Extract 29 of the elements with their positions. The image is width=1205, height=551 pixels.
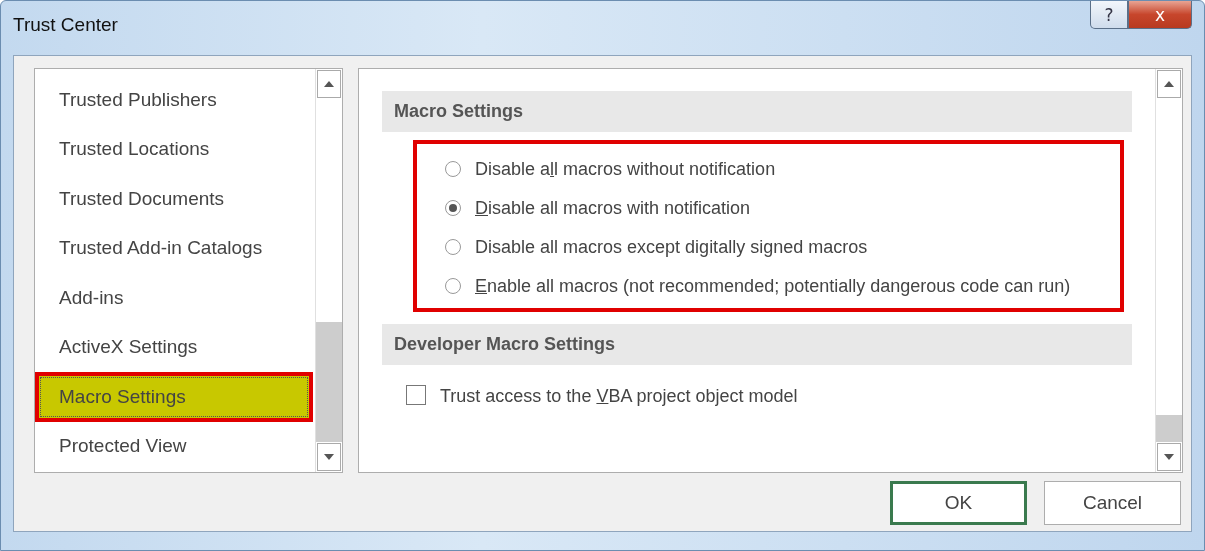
option-label: Trust access to the VBA project object model: [440, 385, 798, 408]
checkbox[interactable]: [406, 385, 426, 405]
help-button[interactable]: ?: [1090, 1, 1128, 29]
sidebar-item[interactable]: Protected View: [35, 421, 313, 471]
scrollbar[interactable]: [315, 69, 342, 472]
ok-button[interactable]: OK: [890, 481, 1027, 525]
section-heading: Macro Settings: [382, 91, 1132, 132]
cancel-button[interactable]: Cancel: [1044, 481, 1181, 525]
option-label: Disable all macros without notification: [475, 158, 776, 181]
option-label: Enable all macros (not recommended; potentially dangerous code can run): [475, 275, 1071, 298]
scroll-thumb[interactable]: [1156, 414, 1182, 442]
sidebar-item[interactable]: Trusted Add-in Catalogs: [35, 223, 313, 273]
window-title: Trust Center: [13, 14, 118, 36]
sidebar-item[interactable]: Trusted Locations: [35, 124, 313, 174]
option-label: Disable all macros except digitally signed macros: [475, 236, 868, 259]
sidebar-item[interactable]: Trusted Publishers: [35, 75, 313, 125]
sidebar-item[interactable]: Add-ins: [35, 273, 313, 323]
sidebar-item[interactable]: Trusted Documents: [35, 174, 313, 224]
up-arrow-icon[interactable]: [324, 81, 334, 87]
section-heading: Developer Macro Settings: [382, 324, 1132, 365]
scrollbar[interactable]: [1155, 69, 1182, 472]
scroll-thumb[interactable]: [316, 321, 342, 442]
up-arrow-icon[interactable]: [1164, 81, 1174, 87]
option-label: Disable all macros with notification: [475, 197, 751, 220]
sidebar-item[interactable]: Macro Settings: [35, 372, 313, 422]
close-button[interactable]: x: [1128, 1, 1192, 29]
down-arrow-icon[interactable]: [324, 454, 334, 460]
down-arrow-icon[interactable]: [1164, 454, 1174, 460]
sidebar-item[interactable]: ActiveX Settings: [35, 322, 313, 372]
